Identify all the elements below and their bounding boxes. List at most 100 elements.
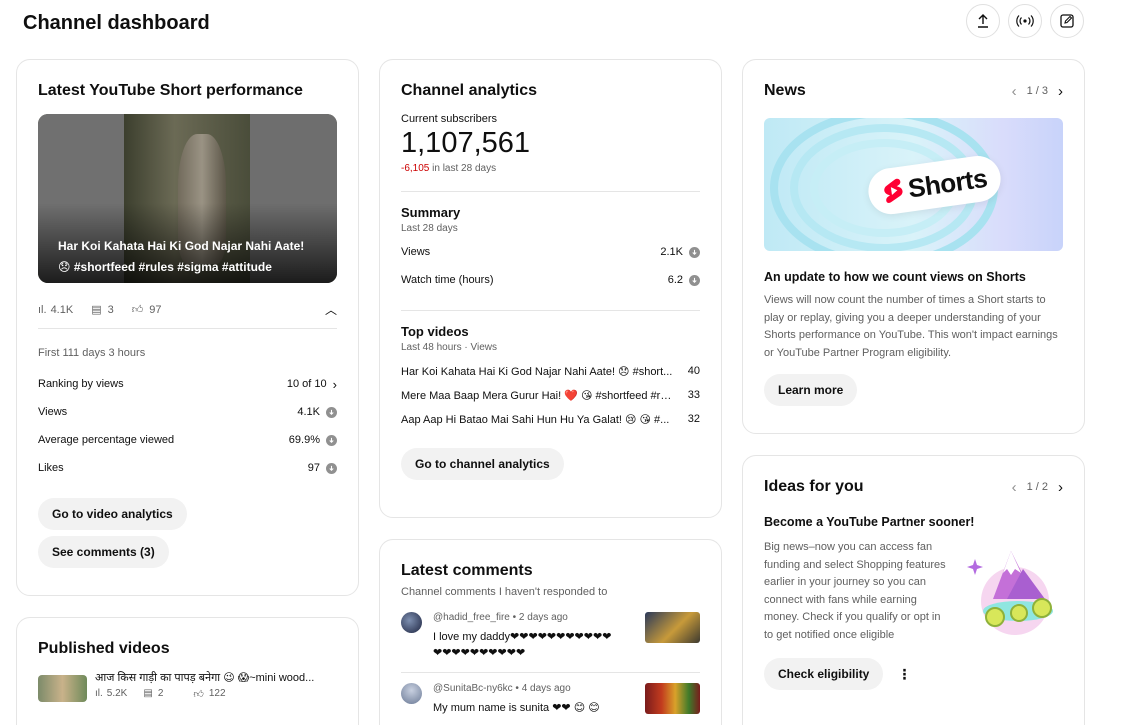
card-title: Latest comments bbox=[401, 562, 533, 579]
chevron-left-icon[interactable]: ‹ bbox=[1012, 83, 1017, 100]
collapse-chevron-icon[interactable]: ︿ bbox=[325, 301, 337, 318]
video-comments: 2 bbox=[157, 688, 164, 699]
download-circle-icon bbox=[326, 434, 337, 446]
news-card: News ‹ 1 / 3 › Shorts An update to how w… bbox=[742, 59, 1085, 434]
ideas-body: Big news–now you can access fan funding … bbox=[764, 541, 946, 641]
go-to-video-analytics-button[interactable]: Go to video analytics bbox=[38, 498, 187, 530]
comment-author: @SunitaBc-ny6kc bbox=[433, 683, 513, 694]
video-title: आज किस गाड़ी का पापड़ बनेगा 😉 😱~mini woo… bbox=[95, 672, 315, 684]
video-thumbnail bbox=[645, 683, 700, 714]
upload-button[interactable] bbox=[966, 4, 1000, 38]
video-likes: 122 bbox=[208, 688, 226, 699]
summary-period: Last 28 days bbox=[401, 223, 458, 234]
video-thumbnail bbox=[38, 675, 87, 702]
stat-value: 4.1K bbox=[297, 406, 320, 418]
shorts-logo-text: Shorts bbox=[906, 162, 989, 204]
pager-label: 1 / 2 bbox=[1026, 481, 1048, 493]
top-video-row[interactable]: Aap Aap Hi Batao Mai Sahi Hun Hu Ya Gala… bbox=[401, 407, 700, 431]
chevron-right-icon[interactable]: › bbox=[1058, 83, 1063, 100]
stat-row-likes: Likes 97 bbox=[38, 454, 337, 482]
comment-text: My mum name is sunita ❤❤ 😊 😊 bbox=[433, 702, 600, 714]
subscribers-change-period: in last 28 days bbox=[429, 163, 497, 174]
top-video-views: 40 bbox=[687, 365, 700, 377]
short-comments: 3 bbox=[107, 303, 114, 316]
download-circle-icon bbox=[689, 246, 700, 258]
stat-label: Views bbox=[38, 406, 68, 418]
page-title: Channel dashboard bbox=[23, 12, 210, 34]
stat-label: Average percentage viewed bbox=[38, 434, 175, 446]
video-thumbnail bbox=[645, 612, 700, 643]
top-video-views: 33 bbox=[687, 389, 700, 401]
video-metrics: ıl. 5.2K ▤ 2 👍︎ 122 bbox=[95, 688, 337, 700]
summary-row-views: Views 2.1K bbox=[401, 238, 700, 266]
like-icon: 👍︎ bbox=[193, 689, 204, 700]
check-eligibility-button[interactable]: Check eligibility bbox=[764, 658, 884, 690]
short-likes: 97 bbox=[149, 303, 162, 316]
short-views: 4.1K bbox=[50, 303, 74, 316]
download-circle-icon bbox=[326, 406, 337, 418]
top-video-row[interactable]: Har Koi Kahata Hai Ki God Najar Nahi Aat… bbox=[401, 359, 700, 383]
pager-label: 1 / 3 bbox=[1026, 85, 1048, 97]
ideas-headline: Become a YouTube Partner sooner! bbox=[764, 515, 975, 529]
card-title: News bbox=[764, 82, 806, 99]
short-metrics: ıl. 4.1K ▤ 3 👍︎ 97 ︿ bbox=[38, 301, 337, 318]
comment-item[interactable]: @SunitaBc-ny6kc • 4 days ago My mum name… bbox=[401, 683, 700, 714]
views-icon: ıl. bbox=[95, 688, 103, 699]
list-item[interactable]: आज किस गाड़ी का पापड़ बनेगा 😉 😱~mini woo… bbox=[38, 670, 337, 702]
stat-row-views: Views 4.1K bbox=[38, 398, 337, 426]
top-video-title: Mere Maa Baap Mera Gurur Hai! ❤️ 😘 #shor… bbox=[401, 389, 673, 402]
summary-value: 6.2 bbox=[667, 274, 683, 286]
stat-label: Likes bbox=[38, 462, 64, 474]
stat-row-avg-viewed: Average percentage viewed 69.9% bbox=[38, 426, 337, 454]
shorts-icon bbox=[884, 178, 903, 203]
see-comments-button[interactable]: See comments (3) bbox=[38, 536, 169, 568]
comment-icon: ▤ bbox=[143, 688, 153, 699]
channel-analytics-card: Channel analytics Current subscribers 1,… bbox=[379, 59, 722, 518]
short-period: First 111 days 3 hours bbox=[38, 347, 146, 359]
top-videos-title: Top videos bbox=[401, 324, 469, 339]
stat-row-ranking[interactable]: Ranking by views 10 of 10 › bbox=[38, 370, 337, 398]
news-headline: An update to how we count views on Short… bbox=[764, 270, 1026, 284]
comment-item[interactable]: @hadid_free_fire • 2 days ago I love my … bbox=[401, 612, 700, 659]
news-image[interactable]: Shorts bbox=[764, 118, 1063, 251]
subscribers-label: Current subscribers bbox=[401, 113, 497, 125]
create-post-button[interactable] bbox=[1050, 4, 1084, 38]
card-title: Latest YouTube Short performance bbox=[38, 82, 303, 99]
latest-short-card: Latest YouTube Short performance Har Koi… bbox=[16, 59, 359, 596]
short-thumbnail[interactable]: Har Koi Kahata Hai Ki God Najar Nahi Aat… bbox=[38, 114, 337, 283]
ideas-pager: ‹ 1 / 2 › bbox=[1012, 479, 1063, 496]
ideas-illustration bbox=[963, 539, 1063, 644]
go-live-button[interactable] bbox=[1008, 4, 1042, 38]
stat-value: 69.9% bbox=[288, 434, 320, 446]
comment-time: • 4 days ago bbox=[512, 683, 571, 694]
card-title: Published videos bbox=[38, 640, 170, 657]
live-icon bbox=[1016, 15, 1034, 27]
go-to-channel-analytics-button[interactable]: Go to channel analytics bbox=[401, 448, 564, 480]
chevron-left-icon[interactable]: ‹ bbox=[1012, 479, 1017, 496]
views-icon: ıl. bbox=[38, 303, 47, 316]
card-title: Ideas for you bbox=[764, 478, 864, 495]
news-body: Views will now count the number of times… bbox=[764, 294, 1058, 359]
chevron-right-icon[interactable]: › bbox=[1058, 479, 1063, 496]
comment-time: • 2 days ago bbox=[509, 612, 568, 623]
latest-comments-card: Latest comments Channel comments I haven… bbox=[379, 539, 722, 725]
summary-label: Views bbox=[401, 246, 431, 258]
card-title: Channel analytics bbox=[401, 82, 538, 99]
stat-label: Ranking by views bbox=[38, 378, 124, 390]
learn-more-button[interactable]: Learn more bbox=[764, 374, 858, 406]
stat-value: 97 bbox=[307, 462, 320, 474]
short-stats: Ranking by views 10 of 10 › Views 4.1K Av… bbox=[38, 370, 337, 482]
video-views: 5.2K bbox=[106, 688, 128, 699]
comments-subtitle: Channel comments I haven't responded to bbox=[401, 586, 608, 598]
subscribers-count: 1,107,561 bbox=[401, 127, 531, 159]
header-actions bbox=[966, 4, 1084, 38]
summary-title: Summary bbox=[401, 205, 461, 220]
more-vert-icon[interactable]: ⋮ bbox=[897, 666, 911, 683]
summary-row-watch-time: Watch time (hours) 6.2 bbox=[401, 266, 700, 294]
thumbnail-title-line: Har Koi Kahata Hai Ki God Najar Nahi Aat… bbox=[58, 239, 305, 253]
top-videos-period: Last 48 hours · Views bbox=[401, 342, 497, 353]
top-video-row[interactable]: Mere Maa Baap Mera Gurur Hai! ❤️ 😘 #shor… bbox=[401, 383, 700, 407]
like-icon: 👍︎ bbox=[131, 304, 144, 316]
subscribers-change: -6,105 bbox=[401, 163, 430, 174]
comment-author: @hadid_free_fire bbox=[433, 612, 510, 623]
